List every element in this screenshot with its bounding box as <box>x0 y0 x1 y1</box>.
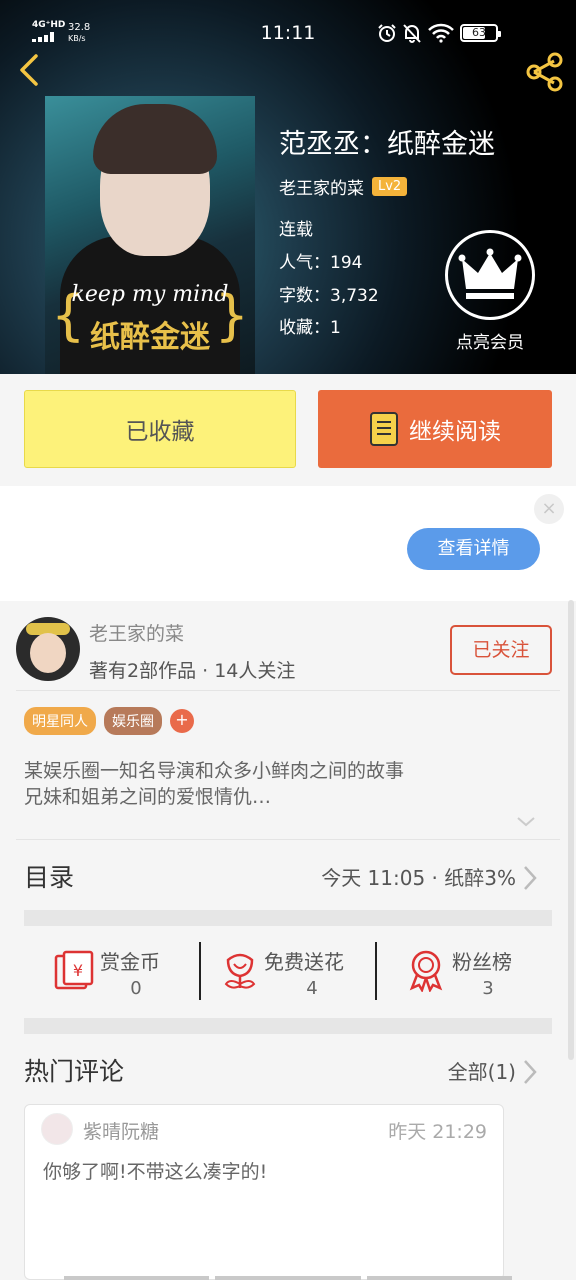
vip-label[interactable]: 点亮会员 <box>440 328 540 353</box>
comment-time: 昨天 21:29 <box>388 1121 487 1143</box>
section-separator <box>24 910 552 926</box>
book-word-count: 字数：3,732 <box>279 286 379 306</box>
avatar[interactable] <box>16 617 80 681</box>
author-card[interactable]: 老王家的菜 著有2部作品 · 14人关注 已关注 <box>0 601 576 691</box>
indicator-segment <box>366 1276 512 1280</box>
flower-icon <box>224 953 256 989</box>
svg-text:¥: ¥ <box>73 961 83 980</box>
book-author[interactable]: 老王家的菜 <box>279 174 364 199</box>
book-status: 连载 <box>279 220 313 240</box>
chevron-right-icon <box>524 1060 537 1084</box>
description-line: 某娱乐圈一知名导演和众多小鲜肉之间的故事 <box>24 760 405 782</box>
reward-label: 免费送花 <box>264 950 344 974</box>
share-button[interactable] <box>522 52 566 92</box>
scrollbar[interactable] <box>568 600 574 1060</box>
expand-chevron-icon[interactable] <box>514 810 538 834</box>
ad-detail-button[interactable]: 查看详情 <box>407 528 540 570</box>
hot-comments-header[interactable]: 热门评论 全部(1) <box>0 1034 576 1104</box>
book-icon <box>370 412 398 446</box>
follow-button[interactable]: 已关注 <box>450 625 552 675</box>
author-stats: 著有2部作品 · 14人关注 <box>89 660 296 682</box>
author-level-badge: Lv2 <box>372 177 408 196</box>
reward-coins[interactable]: ¥ 赏金币 0 <box>50 940 190 1004</box>
toc-title: 目录 <box>24 863 75 892</box>
comment-text: 你够了啊!不带这么凑字的! <box>43 1161 268 1183</box>
indicator-segment <box>215 1276 361 1280</box>
comments-title: 热门评论 <box>24 1057 125 1086</box>
continue-reading-button[interactable]: 继续阅读 <box>318 390 552 468</box>
action-bar: 已收藏 继续阅读 <box>0 374 576 486</box>
crown-icon <box>458 248 522 299</box>
cover-figure-hair <box>93 104 217 174</box>
reward-value: 4 <box>306 978 318 999</box>
add-tag-button[interactable]: + <box>170 709 194 733</box>
ad-banner[interactable]: × 查看详情 <box>0 486 576 601</box>
alarm-icon <box>378 24 396 42</box>
tag-item[interactable]: 明星同人 <box>24 707 96 735</box>
favorite-button[interactable]: 已收藏 <box>24 390 296 468</box>
reward-label: 赏金币 <box>100 950 160 974</box>
red-envelope-icon: ¥ <box>54 950 94 990</box>
tag-item[interactable]: 娱乐圈 <box>104 707 162 735</box>
medal-icon <box>409 950 443 992</box>
back-arrow-icon <box>20 54 38 86</box>
book-description[interactable]: 某娱乐圈一知名导演和众多小鲜肉之间的故事 兄妹和姐弟之间的爱恨情仇… <box>24 758 544 810</box>
comment-card[interactable]: 紫晴阮糖 昨天 21:29 你够了啊!不带这么凑字的! <box>24 1104 504 1280</box>
share-icon <box>526 52 563 92</box>
all-comments-link[interactable]: 全部(1) <box>448 1056 516 1085</box>
reward-value: 3 <box>482 978 494 999</box>
reward-label: 粉丝榜 <box>452 950 512 974</box>
reward-fans[interactable]: 粉丝榜 3 <box>404 940 544 1004</box>
author-name[interactable]: 老王家的菜 <box>89 619 184 646</box>
battery-percent: 63 <box>472 26 486 39</box>
battery-indicator: 63 <box>460 24 501 42</box>
battery-tip <box>498 31 501 37</box>
table-of-contents-row[interactable]: 目录 今天 11:05 · 纸醉3% <box>0 840 576 910</box>
continue-reading-label: 继续阅读 <box>409 419 501 445</box>
book-detail-page: 4G⁺HD 32.8 KB/s 11:11 63 {} keep my min… <box>0 0 576 1280</box>
reward-value: 0 <box>130 978 142 999</box>
mute-bell-icon <box>403 24 421 43</box>
stat-divider <box>375 942 377 1000</box>
indicator-segment <box>64 1276 210 1280</box>
description-line: 兄妹和姐弟之间的爱恨情仇… <box>24 786 272 808</box>
commenter-avatar[interactable] <box>41 1113 73 1145</box>
tag-list: 明星同人 娱乐圈 + <box>24 707 194 735</box>
book-favorites: 收藏：1 <box>279 318 341 338</box>
book-popularity: 人气：194 <box>279 253 363 273</box>
latest-chapter: 今天 11:05 · 纸醉3% <box>321 866 516 890</box>
cover-text-chinese: 纸醉金迷 <box>90 320 210 355</box>
vip-button[interactable] <box>445 230 535 320</box>
cover-text-english: keep my mind <box>71 282 229 307</box>
reward-flowers[interactable]: 免费送花 4 <box>218 940 368 1004</box>
status-bar: 4G⁺HD 32.8 KB/s 11:11 63 <box>0 0 576 66</box>
wifi-icon <box>428 23 454 43</box>
stat-divider <box>199 942 201 1000</box>
chevron-right-icon <box>524 866 537 890</box>
bottom-indicator <box>64 1276 512 1280</box>
back-button[interactable] <box>16 52 46 88</box>
divider <box>16 690 560 691</box>
book-author-row: 老王家的菜 Lv2 <box>279 174 408 199</box>
book-title: 范丞丞：纸醉金迷 <box>279 129 495 160</box>
commenter-name[interactable]: 紫晴阮糖 <box>83 1117 159 1144</box>
book-header: 4G⁺HD 32.8 KB/s 11:11 63 {} keep my min… <box>0 0 576 374</box>
ad-close-button[interactable]: × <box>534 494 564 524</box>
reward-stats: ¥ 赏金币 0 免费送花 4 粉丝榜 3 <box>0 926 576 1018</box>
section-separator <box>24 1018 552 1034</box>
book-cover[interactable]: { } keep my mind 纸醉金迷 <box>45 96 255 374</box>
avatar-face <box>30 633 66 673</box>
